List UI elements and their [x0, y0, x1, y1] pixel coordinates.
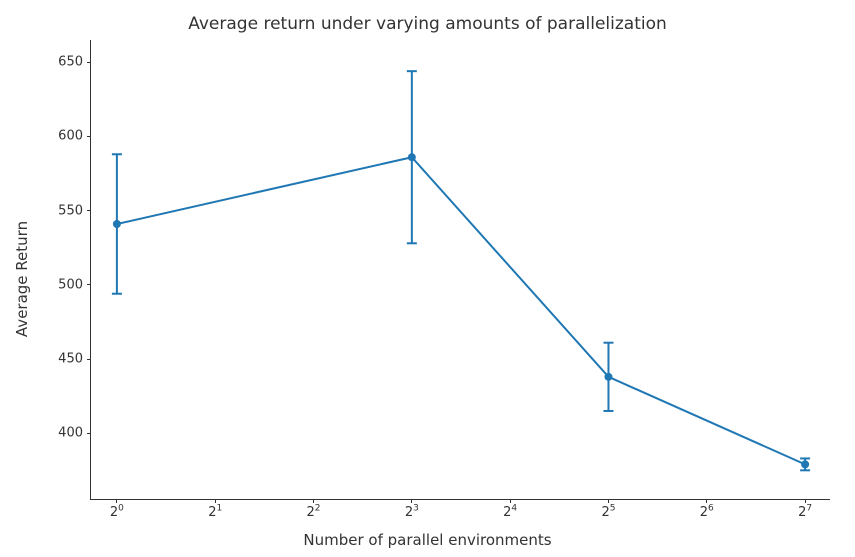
series-line: [117, 157, 805, 464]
y-tick-label: 450: [58, 352, 91, 367]
data-point: [408, 153, 416, 161]
data-layer: [91, 40, 830, 499]
x-tick-label: 27: [798, 499, 812, 520]
y-tick-label: 500: [58, 277, 91, 292]
data-point: [801, 460, 809, 468]
x-tick-label: 26: [700, 499, 714, 520]
chart-title: Average return under varying amounts of …: [0, 14, 855, 34]
x-tick-label: 24: [503, 499, 517, 520]
y-tick-label: 400: [58, 426, 91, 441]
x-tick-label: 22: [307, 499, 321, 520]
x-tick-label: 20: [110, 499, 124, 520]
figure: Average return under varying amounts of …: [0, 0, 855, 557]
y-tick-label: 650: [58, 55, 91, 70]
x-tick-label: 21: [208, 499, 222, 520]
data-point: [604, 373, 612, 381]
x-axis-label: Number of parallel environments: [0, 531, 855, 549]
y-tick-label: 550: [58, 203, 91, 218]
plot-area: 4004505005506006502021222324252627: [90, 40, 830, 500]
x-tick-label: 23: [405, 499, 419, 520]
data-point: [113, 220, 121, 228]
y-tick-label: 600: [58, 129, 91, 144]
y-axis-label: Average Return: [13, 220, 31, 336]
x-tick-label: 25: [601, 499, 615, 520]
